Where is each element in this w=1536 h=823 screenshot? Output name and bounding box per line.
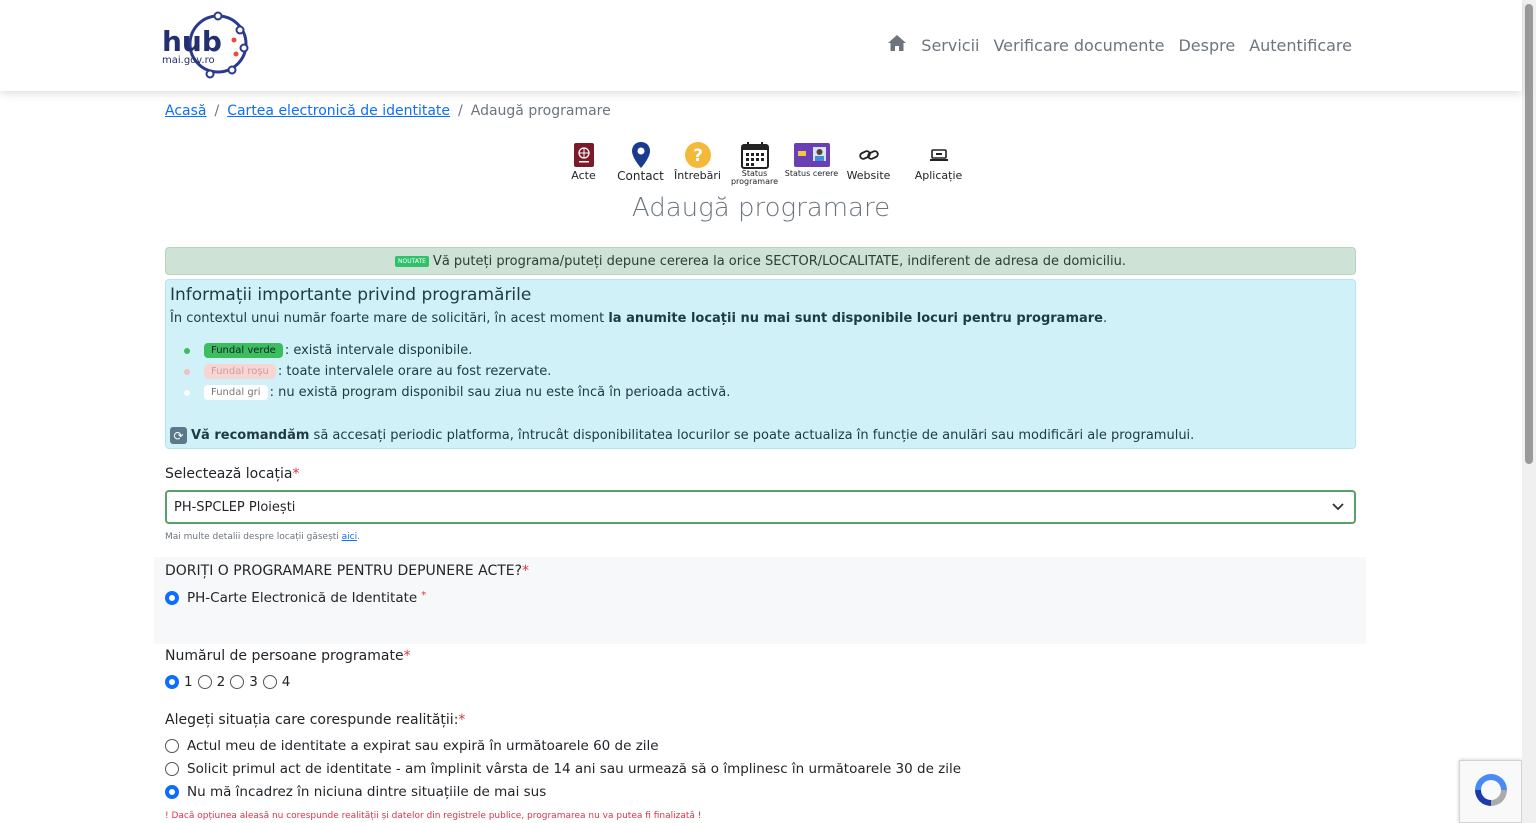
id-card-icon bbox=[793, 140, 831, 170]
svg-text:mai.gov.ro: mai.gov.ro bbox=[162, 55, 215, 66]
quicklink-intrebari[interactable]: ? Întrebări bbox=[669, 140, 726, 182]
quicklink-contact[interactable]: Contact bbox=[612, 140, 669, 182]
nav-despre[interactable]: Despre bbox=[1178, 36, 1235, 55]
location-label: Selectează locația* bbox=[165, 466, 300, 482]
home-icon[interactable] bbox=[887, 34, 907, 56]
sync-icon: ⟳ bbox=[170, 427, 187, 444]
quicklink-website[interactable]: Website bbox=[840, 140, 897, 182]
legend-item-gray: Fundal gri : nu există program disponibi… bbox=[184, 382, 1351, 403]
calendar-icon bbox=[740, 140, 769, 170]
svg-text:?: ? bbox=[693, 146, 703, 166]
quicklink-aplicatie[interactable]: Aplicație bbox=[897, 140, 980, 182]
location-select[interactable]: PH-SPCLEP Ploiești bbox=[165, 490, 1356, 524]
svg-text:hub: hub bbox=[162, 25, 222, 58]
quick-links: Acte Contact ? Întrebări Status programa… bbox=[555, 140, 980, 186]
breadcrumb-separator: / bbox=[458, 103, 463, 119]
situation-option-expired[interactable]: Actul meu de identitate a expirat sau ex… bbox=[165, 738, 659, 754]
depunere-option[interactable]: PH-Carte Electronică de Identitate * bbox=[165, 590, 426, 606]
depunere-label: DORIȚI O PROGRAMARE PENTRU DEPUNERE ACTE… bbox=[165, 563, 530, 579]
chevron-down-icon bbox=[1332, 500, 1344, 515]
radio-persons-1[interactable] bbox=[165, 675, 179, 689]
nav-autentificare[interactable]: Autentificare bbox=[1249, 36, 1352, 55]
nav-verificare-documente[interactable]: Verificare documente bbox=[993, 36, 1164, 55]
site-header: hub mai.gov.ro Servicii Verificare docum… bbox=[0, 0, 1522, 91]
radio-situation-expired[interactable] bbox=[165, 739, 179, 753]
situation-option-none[interactable]: Nu mă încadrez în niciuna dintre situați… bbox=[165, 784, 546, 800]
legend-item-red: Fundal roșu : toate intervalele orare au… bbox=[184, 361, 1351, 382]
passport-icon bbox=[573, 140, 595, 170]
hub-logo[interactable]: hub mai.gov.ro bbox=[160, 8, 252, 84]
radio-situation-first-id[interactable] bbox=[165, 762, 179, 776]
situation-option-first-id[interactable]: Solicit primul act de identitate - am îm… bbox=[165, 761, 961, 777]
news-badge: NOUTATE bbox=[395, 255, 429, 267]
recommendation: ⟳ Vă recomandăm să accesați periodic pla… bbox=[170, 427, 1194, 444]
info-box: Informații importante privind programări… bbox=[165, 279, 1356, 449]
quicklink-status-programare[interactable]: Status programare bbox=[726, 140, 783, 186]
radio-depunere-ci[interactable] bbox=[165, 591, 179, 605]
laptop-icon bbox=[929, 140, 948, 170]
breadcrumb-separator: / bbox=[214, 103, 220, 119]
info-intro: În contextul unui număr foarte mare de s… bbox=[170, 311, 1108, 326]
scrollbar-thumb[interactable] bbox=[1525, 4, 1533, 464]
main-nav: Servicii Verificare documente Despre Aut… bbox=[887, 34, 1352, 56]
persons-radio-group: 1 2 3 4 bbox=[165, 674, 290, 690]
news-notice: NOUTATE Vă puteți programa/puteți depune… bbox=[165, 247, 1356, 275]
radio-persons-2[interactable] bbox=[197, 675, 212, 689]
scrollbar[interactable] bbox=[1522, 0, 1536, 823]
availability-legend: Fundal verde : există intervale disponib… bbox=[184, 340, 1351, 403]
breadcrumb-parent-link[interactable]: Cartea electronică de identitate bbox=[227, 103, 450, 119]
recaptcha-badge[interactable] bbox=[1459, 760, 1522, 823]
situation-label: Alegeți situația care corespunde realită… bbox=[165, 712, 466, 728]
nav-servicii[interactable]: Servicii bbox=[921, 36, 979, 55]
radio-persons-4[interactable] bbox=[262, 675, 277, 689]
question-icon: ? bbox=[684, 140, 712, 170]
quicklink-acte[interactable]: Acte bbox=[555, 140, 612, 182]
location-hint: Mai multe detalii despre locații găsești… bbox=[165, 532, 360, 542]
location-details-link[interactable]: aici bbox=[342, 532, 357, 542]
radio-persons-3[interactable] bbox=[230, 675, 245, 689]
legend-item-green: Fundal verde : există intervale disponib… bbox=[184, 340, 1351, 361]
breadcrumb: Acasă / Cartea electronică de identitate… bbox=[165, 103, 611, 119]
quicklink-status-cerere[interactable]: Status cerere bbox=[783, 140, 840, 178]
recaptcha-icon bbox=[1471, 770, 1511, 814]
radio-situation-none[interactable] bbox=[165, 785, 179, 799]
notice-text: Vă puteți programa/puteți depune cererea… bbox=[432, 253, 1126, 269]
link-icon bbox=[858, 140, 879, 170]
info-heading: Informații importante privind programări… bbox=[170, 285, 532, 305]
persons-label: Numărul de persoane programate* bbox=[165, 648, 411, 664]
breadcrumb-home-link[interactable]: Acasă bbox=[165, 103, 206, 119]
map-pin-icon bbox=[631, 140, 651, 170]
page-title: Adaugă programare bbox=[631, 193, 891, 223]
situation-warning: ! Dacă opțiunea aleasă nu corespunde rea… bbox=[165, 811, 702, 821]
breadcrumb-current: Adaugă programare bbox=[470, 103, 611, 119]
